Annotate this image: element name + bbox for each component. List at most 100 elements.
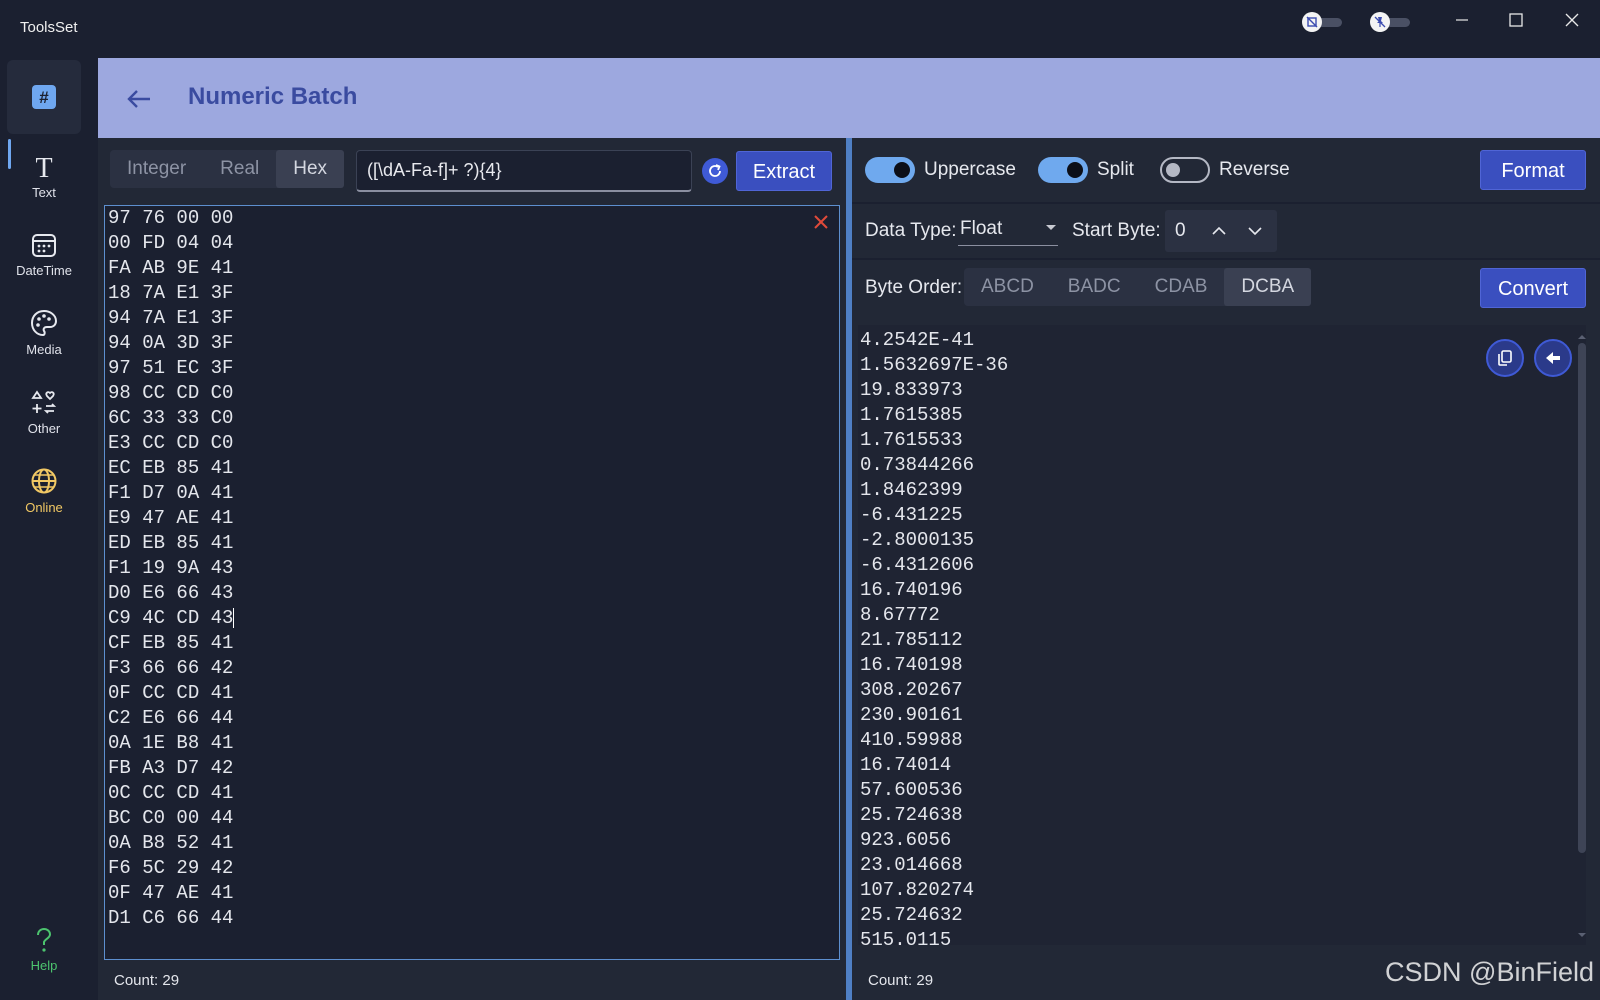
toggle-label: Uppercase xyxy=(924,159,1016,180)
hex-line: F6 5C 29 42 xyxy=(105,856,839,881)
hex-line-text: FA AB 9E 41 xyxy=(108,257,234,279)
data-type-label: Data Type: xyxy=(865,220,957,241)
help-button[interactable]: Help xyxy=(7,910,81,990)
maximize-icon xyxy=(1509,13,1523,27)
result-line: 515.0115 xyxy=(860,929,952,945)
sidebar-item-text[interactable]: T Text xyxy=(7,140,81,214)
output-scrollbar[interactable] xyxy=(1576,331,1586,941)
hex-line: 97 51 EC 3F xyxy=(105,356,839,381)
app-title: ToolsSet xyxy=(20,19,78,36)
chevron-down-icon[interactable] xyxy=(1245,221,1265,241)
hex-line-text: F1 19 9A 43 xyxy=(108,557,234,579)
image-off-toggle[interactable] xyxy=(1302,12,1344,32)
reverse-toggle[interactable]: Reverse xyxy=(1160,157,1290,183)
hex-line-text: 00 FD 04 04 xyxy=(108,232,234,254)
maximize-button[interactable] xyxy=(1496,6,1536,34)
result-output-area[interactable]: 4.2542E-41 1.5632697E-36 19.833973 1.761538… xyxy=(858,325,1586,945)
byte-order-selector: ABCD BADC CDAB DCBA xyxy=(964,268,1312,306)
hex-line: C9 4C CD 43 xyxy=(105,606,839,631)
back-arrow-icon[interactable] xyxy=(124,84,154,114)
sidebar-item-label: Media xyxy=(26,342,62,357)
split-toggle[interactable]: Split xyxy=(1038,157,1134,183)
extract-button[interactable]: Extract xyxy=(736,151,832,191)
mode-real[interactable]: Real xyxy=(203,150,276,188)
scrollbar-thumb[interactable] xyxy=(1578,343,1586,853)
start-byte-value: 0 xyxy=(1175,220,1186,241)
uppercase-toggle[interactable]: Uppercase xyxy=(865,157,1016,183)
hex-line-text: 0F CC CD 41 xyxy=(108,682,234,704)
hex-line: CF EB 85 41 xyxy=(105,631,839,656)
result-line: 23.014668 xyxy=(860,854,963,876)
toggle-switch xyxy=(1160,157,1210,183)
result-line: 1.8462399 xyxy=(860,479,963,501)
close-window-button[interactable] xyxy=(1552,6,1592,34)
mode-integer[interactable]: Integer xyxy=(110,150,203,188)
scroll-up-icon[interactable] xyxy=(1576,331,1586,343)
hex-line-text: 97 76 00 00 xyxy=(108,207,234,229)
hex-line-text: 94 0A 3D 3F xyxy=(108,332,234,354)
result-line: 923.6056 xyxy=(860,829,952,851)
hex-line-text: ED EB 85 41 xyxy=(108,532,234,554)
result-line: 57.600536 xyxy=(860,779,963,801)
sidebar-item-media[interactable]: Media xyxy=(7,296,81,370)
data-type-select[interactable]: Float xyxy=(958,212,1058,246)
hex-input-area[interactable]: 97 76 00 00 00 FD 04 04 FA AB 9E 41 18 7A E… xyxy=(104,205,840,960)
chevron-down-icon xyxy=(1046,225,1056,230)
hex-line: 97 76 00 00 xyxy=(105,206,839,231)
format-button[interactable]: Format xyxy=(1480,150,1586,190)
input-count: Count: 29 xyxy=(114,972,180,989)
result-line: 16.740198 xyxy=(860,654,963,676)
result-line: -2.8000135 xyxy=(860,529,975,551)
hex-line-text: 18 7A E1 3F xyxy=(108,282,234,304)
sidebar-item-numeric[interactable]: # xyxy=(7,60,81,134)
hex-line: 98 CC CD C0 xyxy=(105,381,839,406)
byte-order-dcba[interactable]: DCBA xyxy=(1224,268,1312,306)
hex-line: 0C CC CD 41 xyxy=(105,781,839,806)
hex-line-text: 0A 1E B8 41 xyxy=(108,732,234,754)
hex-line: F1 19 9A 43 xyxy=(105,556,839,581)
hex-line: 94 0A 3D 3F xyxy=(105,331,839,356)
pin-off-toggle[interactable] xyxy=(1370,12,1412,32)
hex-line: 0F 47 AE 41 xyxy=(105,881,839,906)
hex-line-text: C9 4C CD 43 xyxy=(108,607,234,629)
sidebar-item-other[interactable]: Other xyxy=(7,375,81,449)
hex-line-text: 97 51 EC 3F xyxy=(108,357,234,379)
hex-line-text: F3 66 66 42 xyxy=(108,657,234,679)
sidebar-item-datetime[interactable]: DateTime xyxy=(7,218,81,292)
clear-icon[interactable] xyxy=(813,214,829,230)
hex-line: 00 FD 04 04 xyxy=(105,231,839,256)
minimize-button[interactable] xyxy=(1442,6,1482,34)
hex-line: E9 47 AE 41 xyxy=(105,506,839,531)
hex-line-text: E9 47 AE 41 xyxy=(108,507,234,529)
regex-input[interactable] xyxy=(356,150,692,192)
hex-lines: 97 76 00 00 00 FD 04 04 FA AB 9E 41 18 7A E… xyxy=(105,206,839,931)
text-caret xyxy=(233,607,235,628)
mode-hex[interactable]: Hex xyxy=(276,150,345,188)
refresh-icon xyxy=(709,164,721,177)
byte-order-cdab[interactable]: CDAB xyxy=(1138,268,1225,306)
toggle-switch xyxy=(1038,157,1088,183)
send-back-button[interactable] xyxy=(1534,339,1572,377)
sidebar-item-online[interactable]: Online xyxy=(7,454,81,528)
byte-order-badc[interactable]: BADC xyxy=(1051,268,1138,306)
hex-line-text: F6 5C 29 42 xyxy=(108,857,234,879)
hex-line: 94 7A E1 3F xyxy=(105,306,839,331)
hex-line: F3 66 66 42 xyxy=(105,656,839,681)
chevron-up-icon[interactable] xyxy=(1209,221,1229,241)
hex-line-text: F1 D7 0A 41 xyxy=(108,482,234,504)
refresh-button[interactable] xyxy=(702,158,728,184)
convert-button[interactable]: Convert xyxy=(1480,268,1586,308)
start-byte-stepper[interactable]: 0 xyxy=(1165,210,1277,252)
send-back-icon xyxy=(1546,352,1560,364)
input-panel: Integer Real Hex Extract 97 76 00 00 00 F… xyxy=(98,138,846,1000)
result-line: 25.724638 xyxy=(860,804,963,826)
image-off-icon xyxy=(1302,12,1322,32)
hex-line-text: E3 CC CD C0 xyxy=(108,432,234,454)
result-line: 25.724632 xyxy=(860,904,963,926)
hex-line: F1 D7 0A 41 xyxy=(105,481,839,506)
minimize-icon xyxy=(1456,19,1468,21)
scroll-down-icon[interactable] xyxy=(1576,929,1586,941)
copy-button[interactable] xyxy=(1486,339,1524,377)
byte-order-abcd[interactable]: ABCD xyxy=(964,268,1051,306)
hex-line: D0 E6 66 43 xyxy=(105,581,839,606)
